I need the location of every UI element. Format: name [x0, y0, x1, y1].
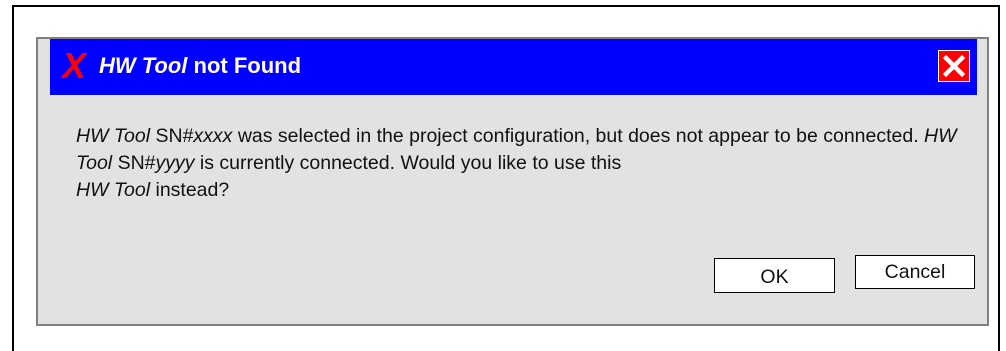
dialog-title-tool-name: HW Tool — [99, 53, 188, 78]
message-text-5: instead? — [150, 179, 230, 201]
dialog-message: HW Tool SN#xxxx was selected in the proj… — [76, 123, 966, 204]
dialog-titlebar: X HW Tool not Found — [50, 39, 977, 95]
message-tool-name-3: HW Tool — [76, 179, 151, 201]
hw-tool-not-found-dialog: X HW Tool not Found HW Tool SN#xxxx was … — [36, 37, 989, 326]
close-button[interactable] — [938, 50, 970, 82]
red-x-icon: X — [62, 45, 87, 86]
message-serial-selected: xxxx — [193, 125, 233, 147]
dialog-title-suffix: not Found — [187, 53, 302, 78]
dialog-title: HW Tool not Found — [99, 52, 301, 80]
message-tool-name-1: HW Tool — [76, 125, 151, 147]
ok-button[interactable]: OK — [714, 258, 835, 293]
message-text-3: SN# — [112, 152, 156, 174]
cancel-button[interactable]: Cancel — [855, 255, 975, 289]
message-serial-connected: yyyy — [155, 152, 195, 174]
message-text-1: SN# — [150, 125, 194, 147]
close-icon — [942, 54, 966, 78]
message-text-2: was selected in the project configuratio… — [232, 125, 925, 147]
message-text-4: is currently connected. Would you like t… — [194, 152, 622, 174]
